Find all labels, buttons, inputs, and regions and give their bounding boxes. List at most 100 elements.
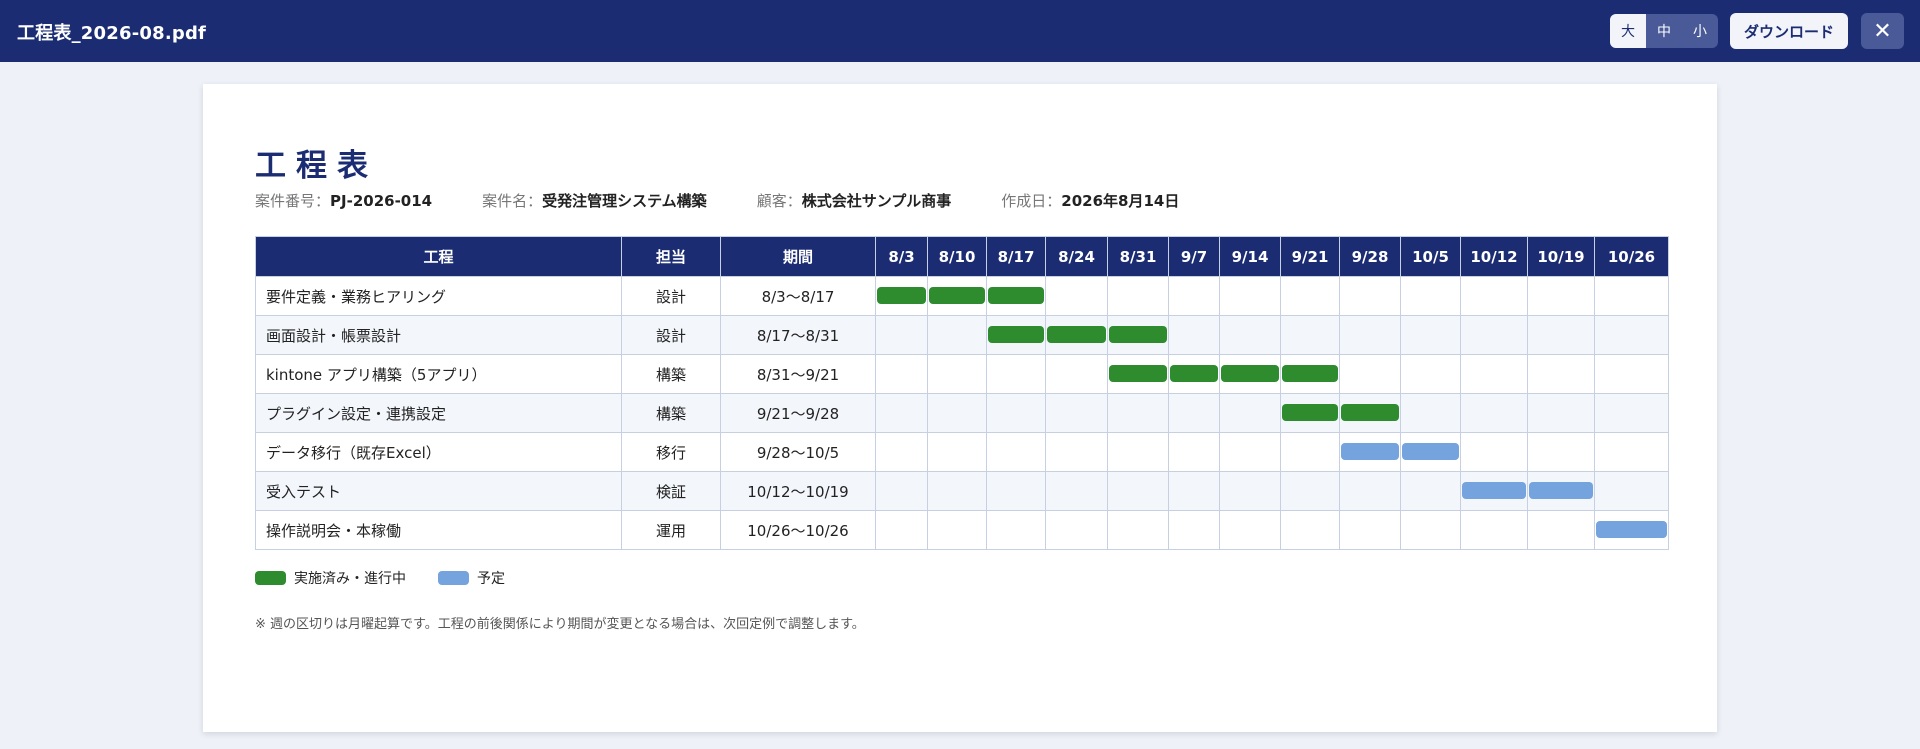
gantt-bar-done	[1109, 365, 1167, 382]
week-cell	[1339, 510, 1401, 550]
week-cell	[927, 354, 987, 394]
header-period: 期間	[720, 236, 876, 277]
week-cell	[1527, 393, 1595, 433]
week-cell	[1400, 354, 1461, 394]
size-medium-button[interactable]: 中	[1646, 14, 1682, 48]
week-cell	[1168, 393, 1220, 433]
gantt-bar-done	[1221, 365, 1279, 382]
header-week: 9/21	[1280, 236, 1340, 277]
week-cell	[1045, 510, 1108, 550]
week-cell	[1107, 315, 1169, 355]
header-week: 10/19	[1527, 236, 1595, 277]
task-cell: 画面設計・帳票設計	[255, 315, 622, 355]
close-button[interactable]: ✕	[1861, 13, 1904, 49]
owner-cell: 構築	[621, 393, 721, 433]
week-cell	[1280, 471, 1340, 511]
week-cell	[1594, 471, 1669, 511]
week-cell	[1400, 432, 1461, 472]
week-cell	[986, 471, 1046, 511]
header-week: 9/14	[1219, 236, 1281, 277]
week-cell	[1045, 315, 1108, 355]
week-cell	[1594, 393, 1669, 433]
week-cell	[1280, 393, 1340, 433]
week-cell	[1339, 315, 1401, 355]
week-cell	[927, 276, 987, 316]
week-cell	[927, 432, 987, 472]
task-cell: kintone アプリ構築（5アプリ）	[255, 354, 622, 394]
week-cell	[1107, 432, 1169, 472]
header-week: 8/17	[986, 236, 1046, 277]
week-cell	[875, 315, 928, 355]
week-cell	[1400, 510, 1461, 550]
week-cell	[986, 354, 1046, 394]
week-cell	[1460, 432, 1528, 472]
week-cell	[1219, 510, 1281, 550]
week-cell	[1045, 354, 1108, 394]
week-cell	[1219, 276, 1281, 316]
week-cell	[1460, 315, 1528, 355]
period-cell: 8/17〜8/31	[720, 315, 876, 355]
table-row: kintone アプリ構築（5アプリ） 構築 8/31〜9/21	[255, 354, 1669, 394]
week-cell	[1280, 432, 1340, 472]
table-row: 要件定義・業務ヒアリング 設計 8/3〜8/17	[255, 276, 1669, 316]
meta-value: 株式会社サンプル商事	[801, 192, 952, 210]
gantt-bar-done	[877, 287, 926, 304]
gantt-bar-done	[1282, 365, 1338, 382]
header-week: 9/7	[1168, 236, 1220, 277]
owner-cell: 設計	[621, 276, 721, 316]
project-meta: 案件番号：PJ-2026-014 案件名：受発注管理システム構築 顧客：株式会社…	[255, 190, 1229, 211]
legend-swatch-done	[255, 571, 286, 585]
meta-label: 案件番号：	[255, 192, 331, 210]
period-cell: 8/3〜8/17	[720, 276, 876, 316]
legend-label-plan: 予定	[477, 571, 505, 587]
header-week: 9/28	[1339, 236, 1401, 277]
meta-created-date: 作成日：2026年8月14日	[1001, 190, 1179, 211]
table-row: 受入テスト 検証 10/12〜10/19	[255, 471, 1669, 511]
week-cell	[1219, 432, 1281, 472]
gantt-bar-done	[988, 326, 1044, 343]
week-cell	[1527, 510, 1595, 550]
week-cell	[1400, 471, 1461, 511]
gantt-body: 要件定義・業務ヒアリング 設計 8/3〜8/17 画面設計・帳票設計 設計 8/17〜8/…	[255, 276, 1669, 550]
download-button[interactable]: ダウンロード	[1730, 13, 1848, 49]
week-cell	[1045, 393, 1108, 433]
header-week: 10/26	[1594, 236, 1669, 277]
week-cell	[986, 510, 1046, 550]
task-cell: プラグイン設定・連携設定	[255, 393, 622, 433]
header-week: 10/5	[1400, 236, 1461, 277]
week-cell	[1339, 276, 1401, 316]
week-cell	[986, 393, 1046, 433]
gantt-bar-plan	[1596, 521, 1667, 538]
table-row: 操作説明会・本稼働 運用 10/26〜10/26	[255, 510, 1669, 550]
owner-cell: 検証	[621, 471, 721, 511]
size-small-button[interactable]: 小	[1682, 14, 1718, 48]
week-cell	[986, 315, 1046, 355]
week-cell	[1219, 471, 1281, 511]
meta-value: 受発注管理システム構築	[542, 192, 707, 210]
task-cell: 操作説明会・本稼働	[255, 510, 622, 550]
week-cell	[1280, 354, 1340, 394]
header-owner: 担当	[621, 236, 721, 277]
task-cell: 要件定義・業務ヒアリング	[255, 276, 622, 316]
week-cell	[1107, 354, 1169, 394]
week-cell	[1460, 354, 1528, 394]
gantt-bar-plan	[1402, 443, 1459, 460]
week-cell	[1280, 510, 1340, 550]
week-cell	[1280, 315, 1340, 355]
week-cell	[1219, 393, 1281, 433]
week-cell	[1339, 432, 1401, 472]
file-title: 工程表_2026-08.pdf	[17, 23, 207, 44]
table-row: データ移行（既存Excel） 移行 9/28〜10/5	[255, 432, 1669, 472]
gantt-bar-plan	[1462, 482, 1526, 499]
week-cell	[927, 510, 987, 550]
week-cell	[1400, 315, 1461, 355]
size-large-button[interactable]: 大	[1610, 14, 1646, 48]
week-cell	[927, 315, 987, 355]
period-cell: 8/31〜9/21	[720, 354, 876, 394]
table-row: 画面設計・帳票設計 設計 8/17〜8/31	[255, 315, 1669, 355]
week-cell	[1527, 315, 1595, 355]
week-cell	[927, 393, 987, 433]
header-week: 8/24	[1045, 236, 1108, 277]
gantt-bar-done	[988, 287, 1044, 304]
week-cell	[1527, 354, 1595, 394]
